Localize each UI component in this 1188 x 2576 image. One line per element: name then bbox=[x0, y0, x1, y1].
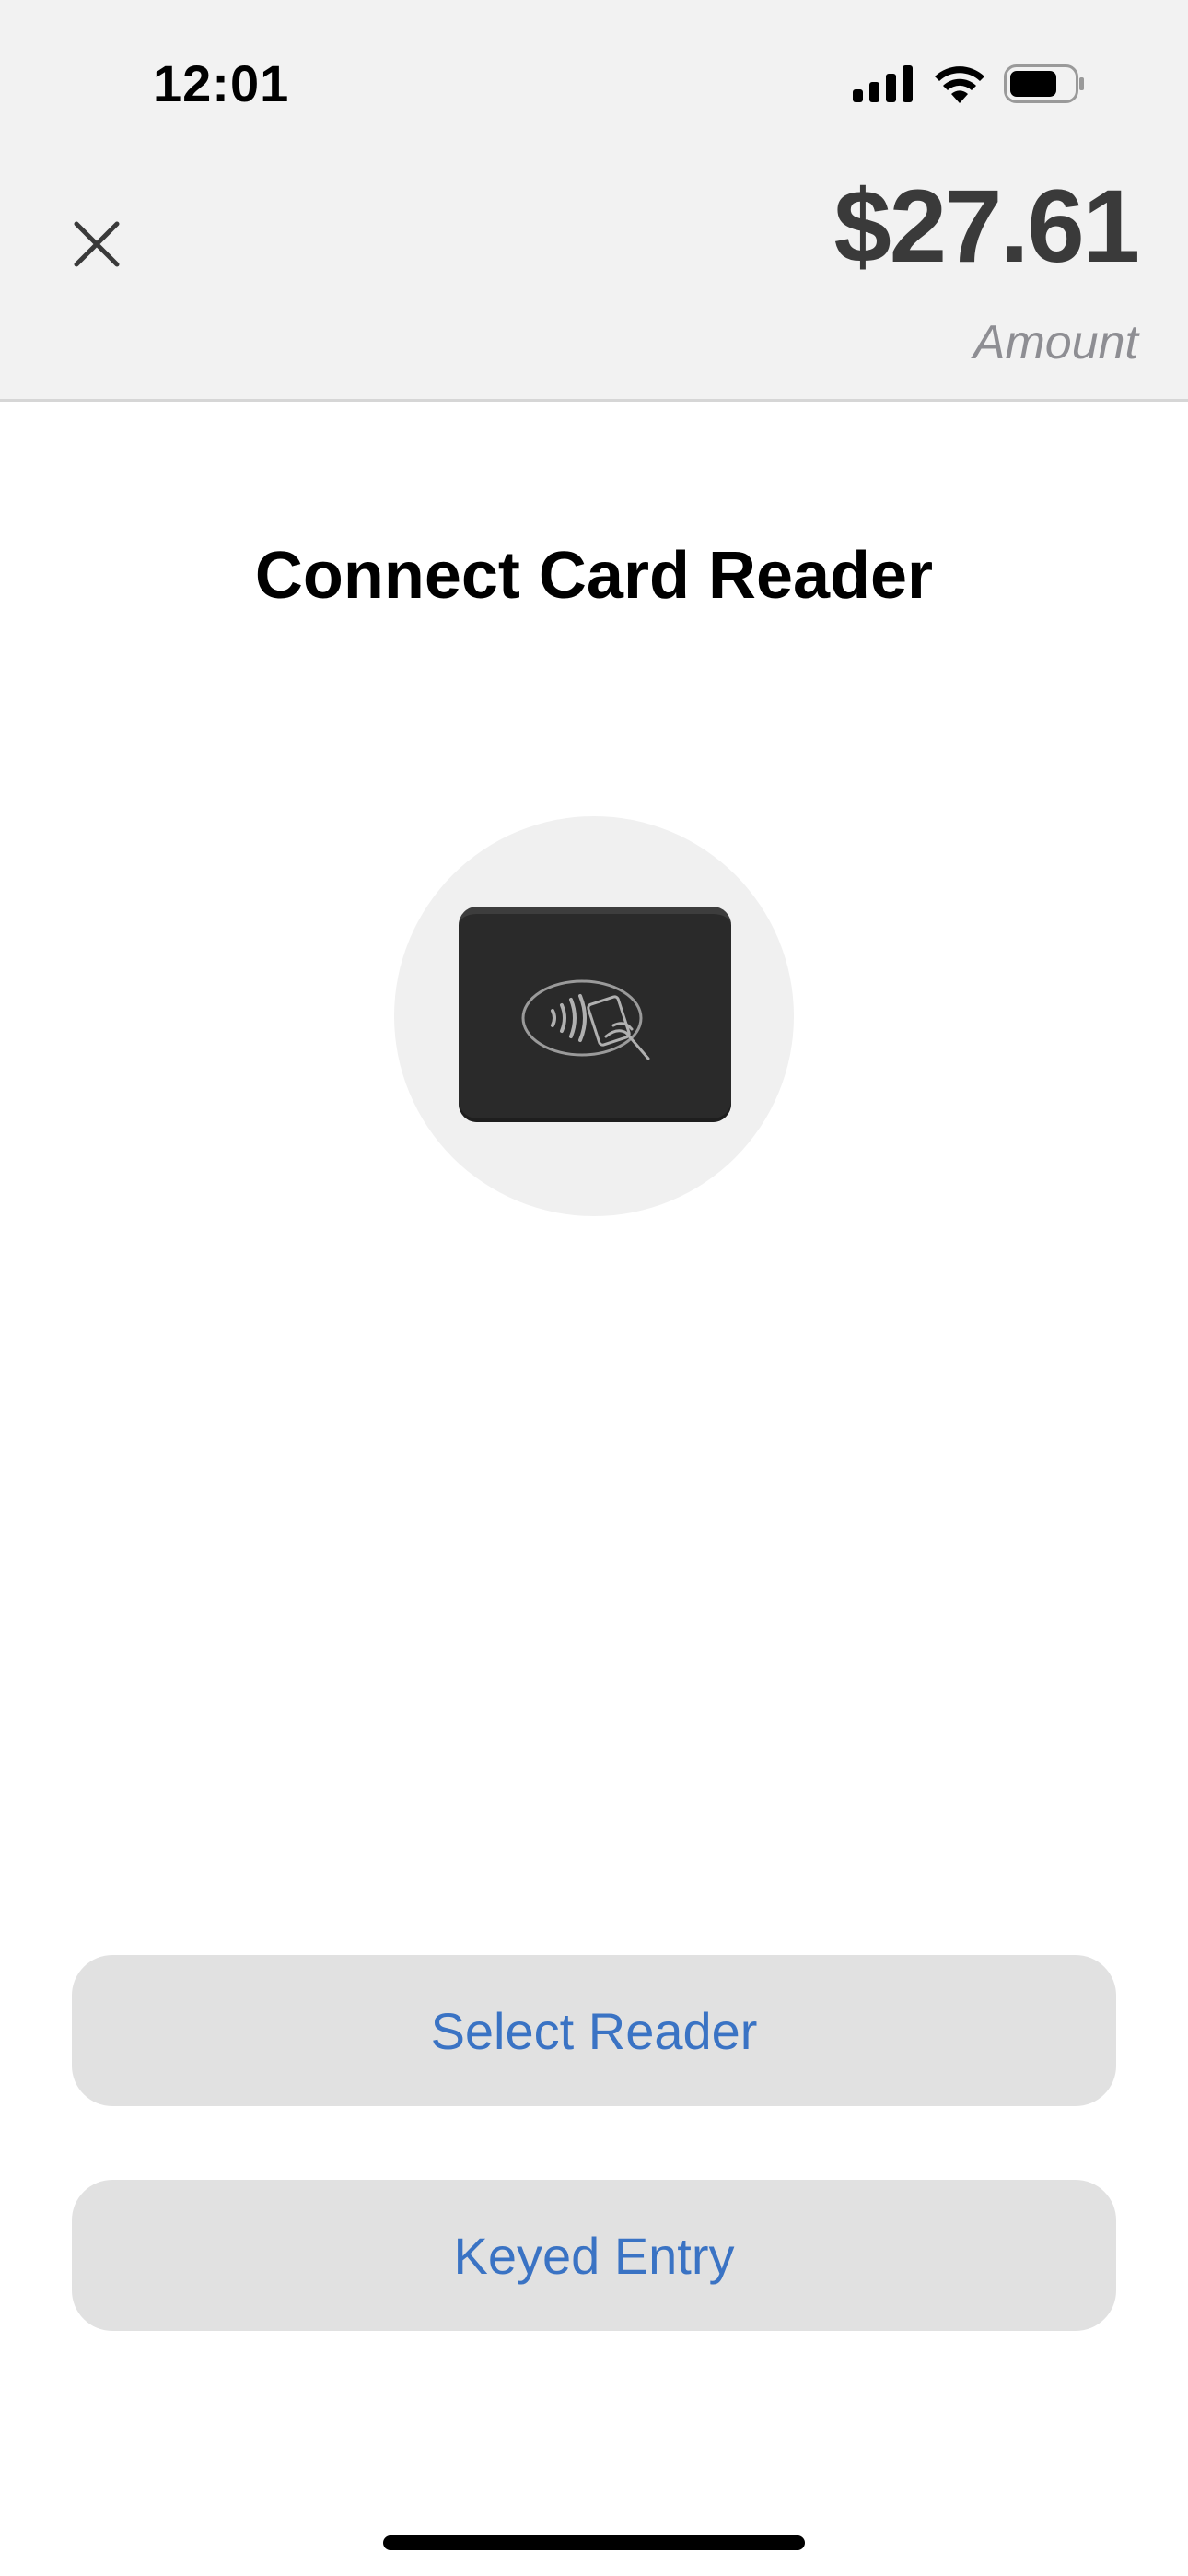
battery-icon bbox=[1004, 64, 1084, 103]
keyed-entry-button[interactable]: Keyed Entry bbox=[72, 2180, 1116, 2331]
home-indicator[interactable] bbox=[383, 2535, 805, 2550]
cellular-signal-icon bbox=[853, 65, 913, 102]
close-icon bbox=[74, 221, 120, 267]
amount-value: $27.61 bbox=[833, 169, 1140, 284]
status-icons bbox=[853, 64, 1085, 103]
amount-label: Amount bbox=[973, 316, 1138, 369]
card-reader-illustration bbox=[459, 907, 731, 1122]
select-reader-button[interactable]: Select Reader bbox=[72, 1955, 1116, 2106]
wifi-icon bbox=[935, 66, 984, 103]
payment-header: 12:01 $27.61 Amount bbox=[0, 0, 1188, 402]
page-title: Connect Card Reader bbox=[254, 539, 934, 613]
status-time: 12:01 bbox=[153, 54, 290, 112]
card-reader-contactless-icon bbox=[521, 979, 650, 1060]
close-button[interactable] bbox=[64, 212, 129, 276]
payment-screen: 12:01 $27.61 Amount Connect Card Reader … bbox=[0, 0, 1188, 2576]
